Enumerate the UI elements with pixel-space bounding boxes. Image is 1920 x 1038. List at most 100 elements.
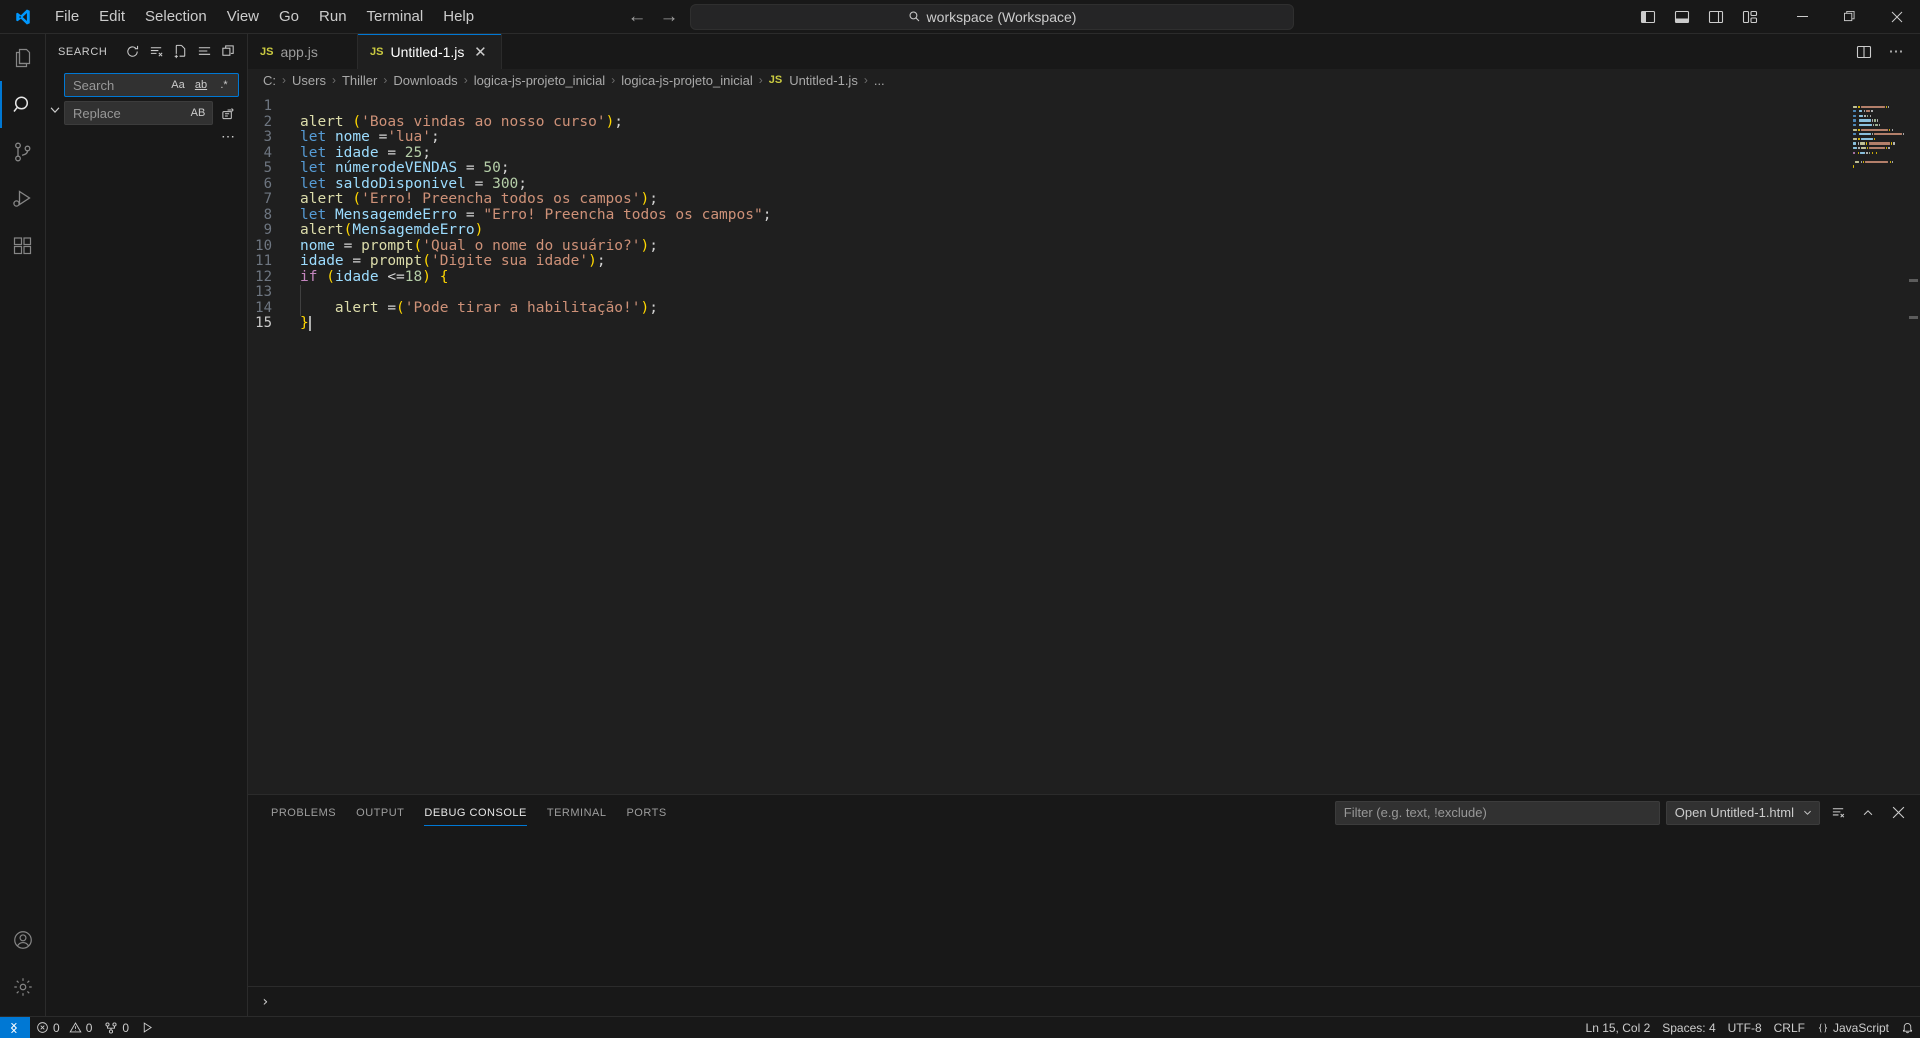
status-notifications[interactable] [1895,1017,1920,1038]
line-number: 4 [263,144,272,161]
code-line[interactable]: 1 [248,98,1920,115]
breadcrumb-item[interactable]: C: [261,73,278,88]
activity-item-extensions[interactable] [0,222,46,269]
code-line[interactable]: 8 let MensagemdeErro = "Erro! Preencha to… [248,206,1920,224]
toggle-primary-sidebar-icon[interactable] [1633,4,1663,30]
status-editor-language[interactable]: JavaScript [1811,1017,1895,1038]
activity-item-search[interactable] [0,81,46,128]
menu-run[interactable]: Run [310,4,356,29]
line-number: 8 [263,206,272,223]
tab-app-js[interactable]: JS app.js [248,34,358,69]
more-actions-icon[interactable]: ⋯ [1882,38,1910,66]
line-number: 13 [255,284,272,300]
menu-terminal[interactable]: Terminal [358,4,433,29]
tab-untitled-1-js[interactable]: JS Untitled-1.js ✕ [358,34,503,69]
line-number: 7 [263,191,272,207]
line-number: 5 [263,160,272,176]
editor-vertical-scrollbar[interactable] [1906,91,1920,794]
maximize-button[interactable] [1826,0,1873,34]
debug-console-input-row[interactable]: › [248,986,1920,1016]
menu-file[interactable]: File [46,4,88,29]
line-number: 15 [255,315,272,331]
code-editor[interactable]: 1 2 alert ('Boas vindas ao nosso curso'); 3… [248,91,1920,794]
code-line[interactable]: 3 let nome ='lua'; [248,129,1920,146]
match-whole-word-icon[interactable]: ab [191,75,211,95]
menu-selection[interactable]: Selection [136,4,216,29]
toggle-secondary-sidebar-icon[interactable] [1701,4,1731,30]
remote-window-button[interactable] [0,1016,30,1038]
filter-placeholder: Filter (e.g. text, !exclude) [1343,805,1487,820]
launch-configuration-select[interactable]: Open Untitled-1.html [1665,800,1820,825]
panel-tab-terminal[interactable]: TERMINAL [537,795,617,830]
code-content[interactable]: 1 2 alert ('Boas vindas ao nosso curso'); 3… [248,91,1920,794]
status-editor-encoding[interactable]: UTF-8 [1722,1017,1768,1038]
code-line[interactable]: 11 idade = prompt('Digite sua idade'); [248,253,1920,270]
activity-item-explorer[interactable] [0,34,46,81]
status-run-code[interactable] [135,1017,160,1038]
code-line[interactable]: 6 let saldoDisponivel = 300; [248,175,1920,193]
menu-edit[interactable]: Edit [90,4,134,29]
view-as-tree-icon[interactable] [193,41,215,63]
status-ports[interactable]: 0 [98,1017,135,1038]
split-editor-right-icon[interactable] [1850,38,1878,66]
code-line[interactable]: 15} [248,315,1920,332]
maximize-panel-icon[interactable] [1856,801,1880,825]
breadcrumb-item[interactable]: Thiller [340,73,379,88]
activity-item-source-control[interactable] [0,128,46,175]
back-arrow-icon[interactable]: ← [626,6,648,28]
code-line[interactable]: 9 alert(MensagemdeErro) [248,222,1920,239]
code-line[interactable]: 13 [248,284,1920,301]
command-center[interactable]: workspace (Workspace) [690,3,1294,30]
debug-console-output[interactable] [248,830,1920,986]
collapse-all-icon[interactable] [217,41,239,63]
code-line[interactable]: 7 alert ('Erro! Preencha todos os campos'… [248,191,1920,208]
activity-item-run-and-debug[interactable] [0,175,46,222]
status-editor-position[interactable]: Ln 15, Col 2 [1580,1017,1657,1038]
clear-console-icon[interactable] [1826,801,1850,825]
breadcrumb-item[interactable]: ... [872,73,887,88]
breadcrumb-item[interactable]: Untitled-1.js [787,73,860,88]
replace-all-icon[interactable] [217,102,239,124]
open-new-search-editor-icon[interactable] [169,41,191,63]
tab-close-icon[interactable]: ✕ [471,43,489,61]
status-problems[interactable]: 0 0 [30,1017,98,1038]
replace-input[interactable]: Replace AB [64,101,213,125]
code-line[interactable]: 10 nome = prompt('Qual o nome do usuário?… [248,238,1920,255]
panel-tab-debug-console[interactable]: DEBUG CONSOLE [414,795,536,830]
breadcrumb-item[interactable]: logica-js-projeto_inicial [619,73,755,88]
more-actions-icon[interactable]: ⋯ [217,127,239,145]
breadcrumb-item[interactable]: Downloads [391,73,459,88]
close-panel-icon[interactable] [1886,801,1910,825]
clear-search-results-icon[interactable] [145,41,167,63]
status-editor-eol[interactable]: CRLF [1768,1017,1811,1038]
minimize-button[interactable] [1779,0,1826,34]
close-window-button[interactable] [1873,0,1920,34]
menu-go[interactable]: Go [270,4,308,29]
status-editor-indentation[interactable]: Spaces: 4 [1656,1017,1721,1038]
code-line[interactable]: 14 alert =('Pode tirar a habilitação!'); [248,300,1920,317]
match-case-icon[interactable]: Aa [168,75,188,95]
breadcrumb-item[interactable]: Users [290,73,328,88]
menu-help[interactable]: Help [434,4,483,29]
code-line[interactable]: 2 alert ('Boas vindas ao nosso curso'); [248,114,1920,131]
panel-tab-ports[interactable]: PORTS [616,795,676,830]
code-text: let saldoDisponivel = 300; [300,175,528,192]
search-input[interactable]: Search Aa ab .* [64,73,239,97]
code-line[interactable]: 12 if (idade <=18) { [248,269,1920,286]
menu-view[interactable]: View [218,4,268,29]
refresh-icon[interactable] [121,41,143,63]
panel-tab-problems[interactable]: PROBLEMS [261,795,346,830]
activity-item-accounts[interactable] [0,916,46,963]
preserve-case-icon[interactable]: AB [188,103,208,123]
activity-item-manage-settings[interactable] [0,963,46,1010]
code-line[interactable]: 4 let idade = 25; [248,144,1920,162]
panel-tab-output[interactable]: OUTPUT [346,795,414,830]
debug-console-filter-input[interactable]: Filter (e.g. text, !exclude) [1334,800,1660,825]
toggle-panel-icon[interactable] [1667,4,1697,30]
use-regex-icon[interactable]: .* [214,75,234,95]
forward-arrow-icon[interactable]: → [658,6,680,28]
toggle-search-details-icon[interactable] [46,69,64,125]
code-line[interactable]: 5 let númerodeVENDAS = 50; [248,160,1920,177]
breadcrumb-item[interactable]: logica-js-projeto_inicial [472,73,608,88]
customize-layout-icon[interactable] [1735,4,1765,30]
